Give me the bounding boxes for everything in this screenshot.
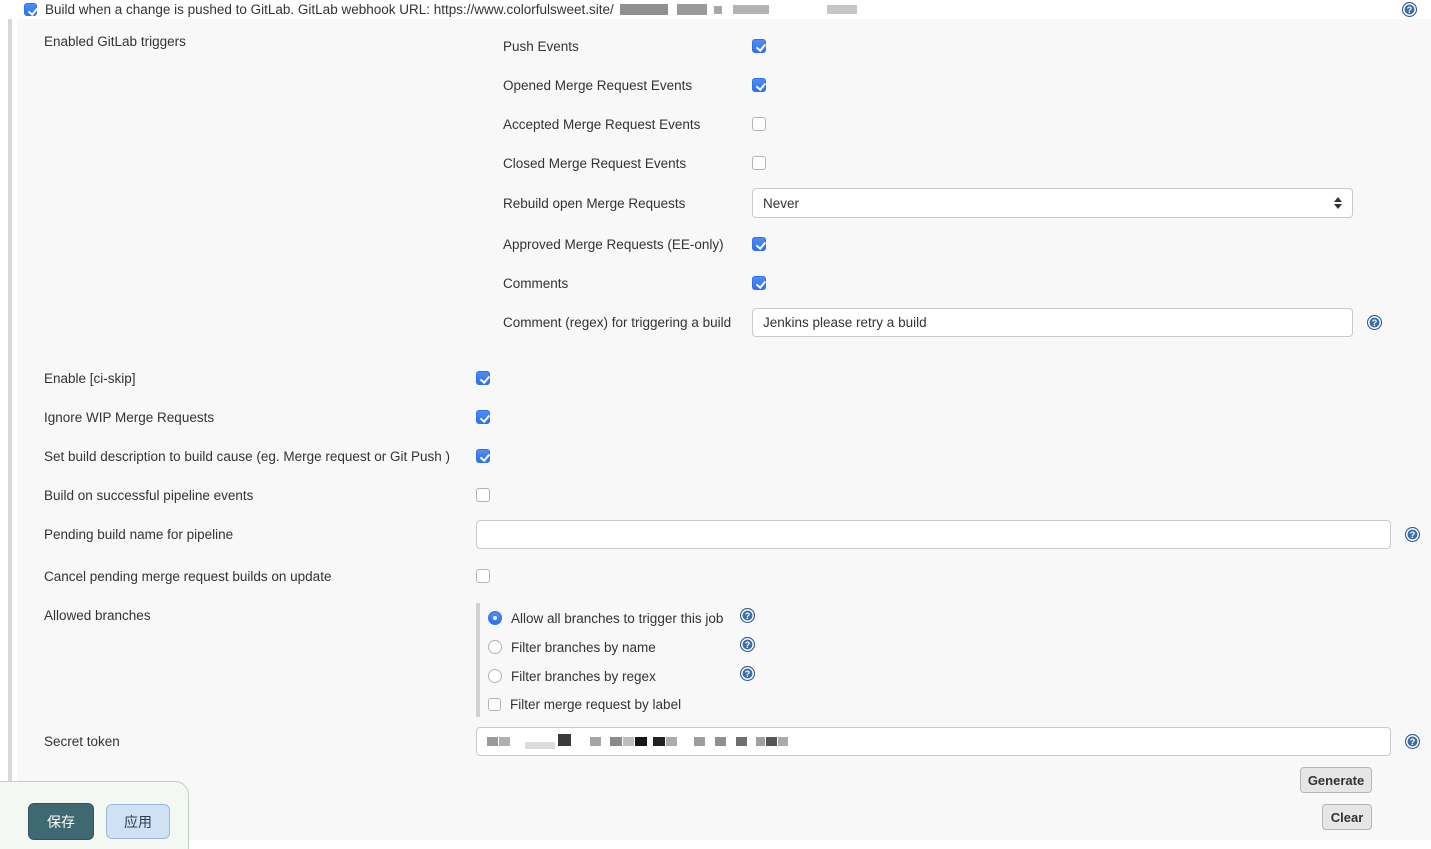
redacted-block	[487, 737, 498, 746]
redacted-block	[653, 737, 665, 746]
allow-all-branches-radio[interactable]	[488, 611, 502, 625]
build-on-pipeline-events-label: Build on successful pipeline events	[44, 488, 476, 503]
save-bar: 保存 应用	[0, 781, 189, 849]
redacted-block	[525, 742, 555, 749]
set-build-description-checkbox[interactable]	[476, 449, 490, 463]
help-icon[interactable]: ?	[740, 666, 755, 681]
build-trigger-header-row: Build when a change is pushed to GitLab.…	[0, 0, 1431, 19]
filter-mr-by-label-checkbox[interactable]	[488, 698, 501, 711]
secret-token-input[interactable]	[476, 727, 1391, 756]
redacted-block	[590, 737, 601, 746]
allowed-branches-label: Allowed branches	[44, 608, 151, 623]
redacted-block	[694, 737, 705, 746]
filter-branches-by-regex-radio[interactable]	[488, 669, 502, 683]
pending-build-name-label: Pending build name for pipeline	[44, 527, 476, 542]
secret-token-label: Secret token	[44, 734, 476, 749]
redacted-webhook-path	[620, 4, 857, 15]
set-build-description-label: Set build description to build cause (eg…	[44, 449, 476, 464]
opened-mr-events-label: Opened Merge Request Events	[503, 78, 752, 93]
filter-mr-by-label-label: Filter merge request by label	[510, 697, 681, 712]
ignore-wip-mr-checkbox[interactable]	[476, 410, 490, 424]
approved-mr-checkbox[interactable]	[752, 237, 766, 251]
comments-checkbox[interactable]	[752, 276, 766, 290]
filter-branches-by-name-label: Filter branches by name	[511, 640, 656, 655]
rebuild-open-mr-select[interactable]: Never	[752, 188, 1353, 218]
radio-group-indent-bar	[476, 603, 480, 717]
enable-ci-skip-checkbox[interactable]	[476, 371, 490, 385]
build-when-pushed-checkbox[interactable]	[24, 3, 37, 16]
help-icon[interactable]: ?	[1405, 734, 1420, 749]
redacted-block	[715, 737, 726, 746]
pending-build-name-input[interactable]	[476, 520, 1391, 549]
save-button[interactable]: 保存	[28, 803, 94, 840]
redacted-block	[499, 737, 510, 746]
help-icon[interactable]: ?	[740, 637, 755, 652]
build-when-pushed-label: Build when a change is pushed to GitLab.…	[45, 2, 614, 17]
ignore-wip-mr-label: Ignore WIP Merge Requests	[44, 410, 476, 425]
redacted-block	[778, 737, 788, 746]
closed-mr-events-label: Closed Merge Request Events	[503, 156, 752, 171]
accepted-mr-events-checkbox[interactable]	[752, 117, 766, 131]
redacted-block	[736, 737, 747, 746]
closed-mr-events-checkbox[interactable]	[752, 156, 766, 170]
accepted-mr-events-label: Accepted Merge Request Events	[503, 117, 752, 132]
help-icon[interactable]: ?	[1402, 2, 1417, 17]
filter-branches-by-regex-label: Filter branches by regex	[511, 669, 656, 684]
select-updown-arrows-icon	[1334, 197, 1342, 210]
redacted-block	[620, 4, 668, 15]
redacted-block	[677, 4, 707, 15]
cancel-pending-mr-checkbox[interactable]	[476, 569, 490, 583]
enable-ci-skip-label: Enable [ci-skip]	[44, 371, 476, 386]
redacted-block	[610, 737, 622, 746]
section-indent-bar	[8, 0, 12, 840]
redacted-block	[714, 6, 722, 14]
approved-mr-label: Approved Merge Requests (EE-only)	[503, 237, 752, 252]
cancel-pending-mr-label: Cancel pending merge request builds on u…	[44, 569, 476, 584]
push-events-label: Push Events	[503, 39, 752, 54]
comment-regex-label: Comment (regex) for triggering a build	[503, 315, 752, 330]
jenkins-gitlab-trigger-config: Build when a change is pushed to GitLab.…	[0, 0, 1431, 849]
opened-mr-events-checkbox[interactable]	[752, 78, 766, 92]
redacted-block	[766, 737, 777, 746]
redacted-block	[635, 737, 647, 746]
generate-button[interactable]: Generate	[1300, 767, 1372, 793]
push-events-checkbox[interactable]	[752, 39, 766, 53]
redacted-block	[733, 5, 769, 14]
build-on-pipeline-events-checkbox[interactable]	[476, 488, 490, 502]
redacted-block	[756, 737, 765, 746]
rebuild-open-mr-selected-value: Never	[763, 196, 799, 211]
clear-button[interactable]: Clear	[1322, 804, 1372, 830]
redacted-block	[623, 737, 634, 746]
comment-regex-input[interactable]	[752, 308, 1353, 337]
filter-branches-by-name-radio[interactable]	[488, 640, 502, 654]
help-icon[interactable]: ?	[1367, 315, 1382, 330]
help-icon[interactable]: ?	[740, 608, 755, 623]
redacted-secret-token	[487, 728, 788, 755]
allow-all-branches-label: Allow all branches to trigger this job	[511, 611, 723, 626]
rebuild-open-mr-label: Rebuild open Merge Requests	[503, 196, 752, 211]
redacted-block	[827, 5, 857, 14]
redacted-block	[558, 734, 571, 746]
redacted-block	[666, 737, 677, 746]
comments-label: Comments	[503, 276, 752, 291]
apply-button[interactable]: 应用	[106, 804, 170, 839]
enabled-gitlab-triggers-label: Enabled GitLab triggers	[44, 31, 186, 51]
help-icon[interactable]: ?	[1405, 527, 1420, 542]
